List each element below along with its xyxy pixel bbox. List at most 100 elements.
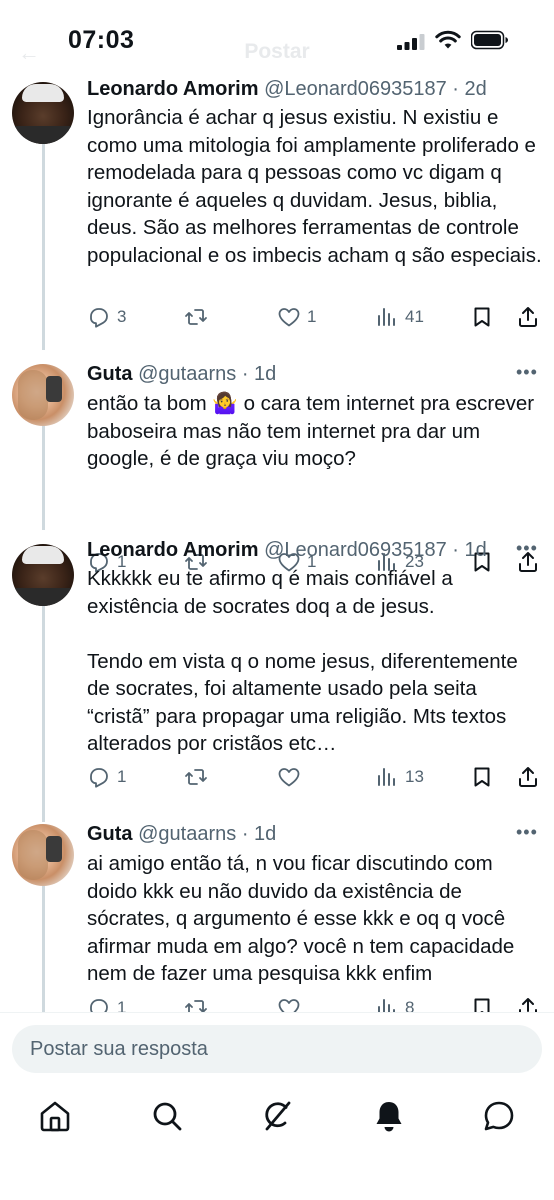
tweet-header: Leonardo Amorim @Leonard06935187 · 2d	[87, 78, 487, 101]
repost-icon	[185, 309, 207, 325]
battery-icon	[471, 30, 508, 50]
share-button[interactable]	[516, 303, 540, 331]
reply-input[interactable]: Postar sua resposta	[12, 1025, 542, 1073]
timestamp[interactable]: 1d	[254, 363, 276, 385]
thread-connector	[42, 604, 45, 822]
notifications-icon	[376, 1102, 402, 1132]
views-button[interactable]: 13	[375, 763, 424, 791]
tweet-text: ai amigo então tá, n vou ficar discutind…	[87, 852, 521, 985]
share-icon	[519, 307, 537, 327]
nav-search[interactable]	[149, 1098, 185, 1134]
tweet-actions: 1 8	[87, 994, 547, 1012]
separator-dot: ·	[446, 78, 465, 100]
avatar[interactable]	[12, 82, 74, 144]
repost-button[interactable]	[184, 763, 214, 791]
separator-dot: ·	[236, 363, 255, 385]
home-icon	[40, 1101, 70, 1132]
analytics-icon	[378, 768, 395, 786]
display-name[interactable]: Leonardo Amorim	[87, 539, 259, 561]
repost-icon	[185, 1000, 207, 1012]
timestamp[interactable]: 1d	[254, 823, 276, 845]
avatar[interactable]	[12, 544, 74, 606]
separator-dot: ·	[446, 539, 465, 561]
search-icon	[153, 1102, 182, 1131]
handle[interactable]: @gutaarns	[138, 823, 236, 845]
timestamp[interactable]: 1d	[465, 539, 487, 561]
share-icon	[519, 767, 537, 787]
display-name[interactable]: Leonardo Amorim	[87, 78, 259, 100]
conversation-thread: Leonardo Amorim @Leonard06935187 · 2d Ig…	[0, 70, 554, 1012]
handle[interactable]: @Leonard06935187	[264, 78, 447, 100]
thread-connector	[42, 424, 45, 530]
more-options-icon[interactable]: •••	[516, 822, 538, 843]
timestamp[interactable]: 2d	[465, 78, 487, 100]
bookmark-button[interactable]	[470, 994, 494, 1012]
reply-count: 1	[117, 767, 127, 786]
reply-composer: Postar sua resposta	[0, 1012, 554, 1084]
view-count: 13	[405, 767, 424, 786]
status-bar: ← Postar 07:03	[0, 0, 554, 80]
view-count: 8	[405, 998, 415, 1012]
share-icon	[519, 998, 537, 1012]
reply-count: 1	[117, 998, 127, 1012]
reply-count: 3	[117, 307, 127, 326]
tweet-text: Ignorância é achar q jesus existiu. N ex…	[87, 106, 542, 267]
avatar[interactable]	[12, 364, 74, 426]
nav-notifications[interactable]	[371, 1098, 407, 1134]
view-count: 41	[405, 307, 424, 326]
display-name[interactable]: Guta	[87, 363, 133, 385]
reply-icon	[90, 999, 108, 1012]
bottom-navigation	[0, 1084, 554, 1200]
bookmark-button[interactable]	[470, 763, 494, 791]
reply-icon	[90, 768, 108, 788]
nav-messages[interactable]	[481, 1098, 517, 1134]
grok-icon	[265, 1101, 291, 1131]
more-options-icon[interactable]: •••	[516, 362, 538, 383]
heart-icon	[278, 999, 300, 1012]
tweet-text: então ta bom 🤷‍♀️ o cara tem internet pr…	[87, 392, 540, 470]
nav-home[interactable]	[37, 1098, 73, 1134]
heart-icon	[278, 768, 300, 787]
repost-button[interactable]	[184, 303, 214, 331]
bookmark-icon	[474, 307, 490, 327]
separator-dot: ·	[236, 823, 255, 845]
thread-connector	[42, 144, 45, 350]
tweet-header: Guta @gutaarns · 1d	[87, 823, 276, 846]
more-options-icon[interactable]: •••	[516, 538, 538, 559]
bookmark-button[interactable]	[470, 303, 494, 331]
repost-button[interactable]	[184, 994, 214, 1012]
tweet-actions: 1 13	[87, 763, 547, 791]
heart-icon	[278, 308, 300, 327]
reply-button[interactable]: 1	[87, 763, 126, 791]
avatar[interactable]	[12, 824, 74, 886]
reply-button[interactable]: 1	[87, 994, 126, 1012]
analytics-icon	[378, 308, 395, 326]
handle[interactable]: @gutaarns	[138, 363, 236, 385]
tweet-actions: 3 1 41	[87, 303, 547, 331]
like-button[interactable]	[277, 994, 307, 1012]
like-count: 1	[307, 307, 317, 326]
messages-icon	[484, 1101, 514, 1131]
like-button[interactable]: 1	[277, 303, 316, 331]
handle[interactable]: @Leonard06935187	[264, 539, 447, 561]
share-button[interactable]	[516, 994, 540, 1012]
nav-grok[interactable]	[259, 1098, 295, 1134]
thread-connector	[42, 884, 45, 1012]
repost-icon	[185, 769, 207, 785]
wifi-icon	[435, 30, 461, 49]
analytics-icon	[378, 999, 395, 1012]
display-name[interactable]: Guta	[87, 823, 133, 845]
bookmark-icon	[474, 998, 490, 1012]
tweet-header: Leonardo Amorim @Leonard06935187 · 1d	[87, 539, 487, 562]
share-button[interactable]	[516, 763, 540, 791]
reply-button[interactable]: 3	[87, 303, 126, 331]
like-button[interactable]	[277, 763, 307, 791]
cellular-signal-icon	[397, 34, 425, 50]
tweet-header: Guta @gutaarns · 1d	[87, 363, 276, 386]
tweet-text: Kkkkkk eu te afirmo q é mais confiável a…	[87, 567, 518, 755]
reply-icon	[90, 308, 108, 328]
views-button[interactable]: 8	[375, 994, 414, 1012]
views-button[interactable]: 41	[375, 303, 424, 331]
bookmark-icon	[474, 767, 490, 787]
status-time: 07:03	[68, 26, 135, 54]
